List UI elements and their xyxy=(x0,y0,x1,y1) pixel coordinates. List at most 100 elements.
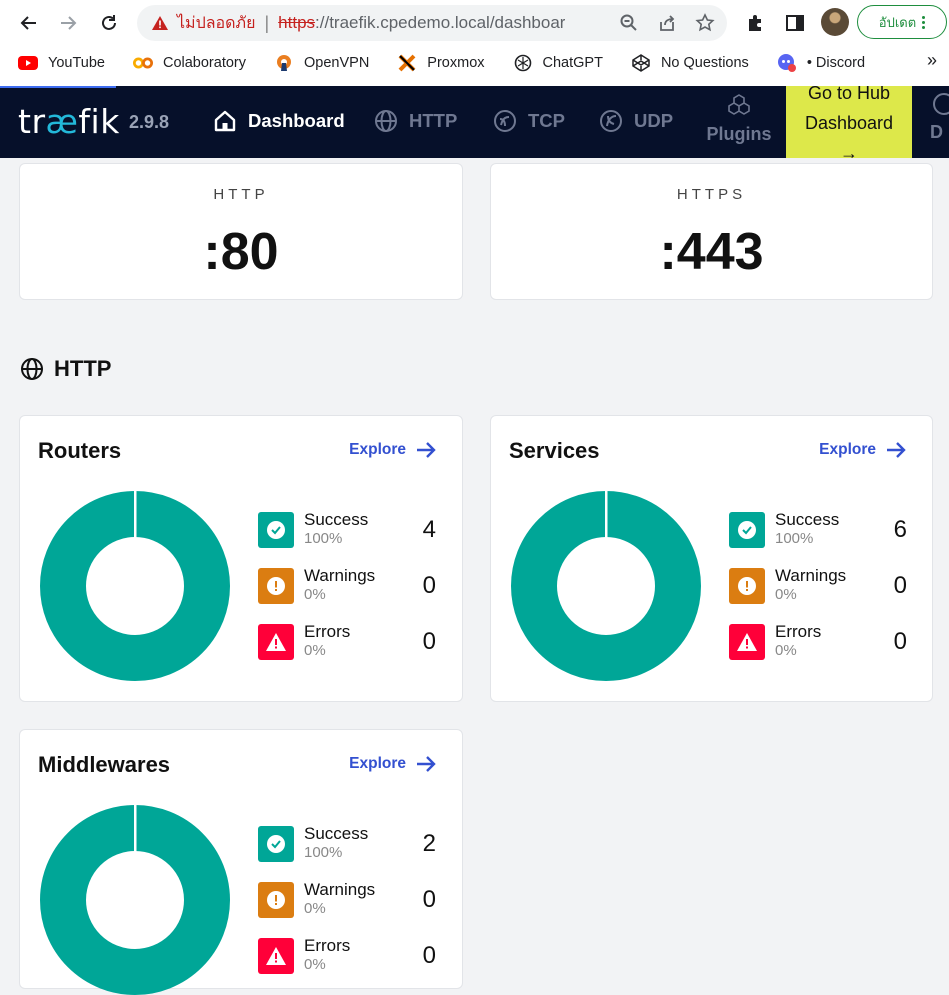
warning-icon[interactable] xyxy=(151,14,169,32)
nav-http[interactable]: HTTP xyxy=(373,108,457,134)
version-label: 2.9.8 xyxy=(129,112,170,132)
udp-icon xyxy=(598,108,624,134)
nav-dashboard[interactable]: Dashboard xyxy=(212,108,345,134)
services-card: Services Explore Success 100% 6 Warnings… xyxy=(490,415,933,702)
insecure-label[interactable]: ไม่ปลอดภัย xyxy=(177,11,255,36)
stat-success: Success 100% 6 xyxy=(729,510,909,566)
address-bar[interactable]: ไม่ปลอดภัย | https ://traefik.cpedemo.lo… xyxy=(137,5,727,41)
entrypoint-name: HTTPS xyxy=(676,186,747,203)
stat-errors: Errors 0% 0 xyxy=(258,622,438,678)
zoom-icon[interactable] xyxy=(617,11,641,35)
extensions-icon[interactable] xyxy=(742,10,768,36)
bookmark-chatgpt[interactable]: ChatGPT xyxy=(495,50,613,76)
bookmark-label: Proxmox xyxy=(427,55,485,71)
bookmark-discord[interactable]: • Discord xyxy=(759,50,875,76)
success-count: 2 xyxy=(422,830,436,857)
nav-udp[interactable]: UDP xyxy=(598,108,673,134)
tcp-icon xyxy=(492,108,518,134)
bookmark-label: YouTube xyxy=(48,55,105,71)
back-button[interactable] xyxy=(14,8,44,38)
bookmark-label: OpenVPN xyxy=(304,55,370,71)
bookmark-openvpn[interactable]: OpenVPN xyxy=(256,50,379,76)
routers-card: Routers Explore Success 100% 4 Warnings … xyxy=(19,415,463,702)
success-check-icon xyxy=(258,512,294,548)
back-arrow-icon xyxy=(20,16,36,30)
url-text: ://traefik.cpedemo.local/dashboard... xyxy=(315,13,566,32)
bookmark-star-icon[interactable] xyxy=(693,11,717,35)
entrypoint-port: :443 xyxy=(659,223,764,281)
middlewares-card: Middlewares Explore Success 100% 2 Warni… xyxy=(19,729,463,995)
error-triangle-icon xyxy=(729,624,765,660)
entrypoint-card-https: HTTPS :443 xyxy=(490,163,933,300)
openvpn-icon xyxy=(274,54,294,72)
warnings-count: 0 xyxy=(422,886,436,913)
error-triangle-icon xyxy=(258,938,294,974)
clipped-nav-icon xyxy=(930,92,949,116)
bookmark-youtube[interactable]: YouTube xyxy=(0,50,115,76)
traefik-header: træfik 2.9.8 Dashboard HTTP TCP UDP Plug… xyxy=(0,86,949,158)
card-title: Services xyxy=(509,438,600,463)
youtube-icon xyxy=(18,54,38,72)
arrow-right-icon xyxy=(887,442,906,458)
home-icon xyxy=(212,108,238,134)
bookmark-proxmox[interactable]: Proxmox xyxy=(379,50,494,76)
warnings-count: 0 xyxy=(893,572,907,599)
middlewares-explore-link[interactable]: Explore xyxy=(349,755,436,773)
loading-bar xyxy=(0,86,116,88)
bookmark-label: ChatGPT xyxy=(542,55,603,71)
bookmark-label: • Discord xyxy=(806,55,866,71)
stat-errors: Errors 0% 0 xyxy=(258,936,438,992)
profile-avatar[interactable] xyxy=(821,8,849,36)
arrow-right-icon xyxy=(417,442,436,458)
reload-button[interactable] xyxy=(94,8,124,38)
nav-tcp[interactable]: TCP xyxy=(492,108,565,134)
update-label: อัปเดต xyxy=(878,14,917,30)
share-icon[interactable] xyxy=(655,11,679,35)
menu-dots-icon xyxy=(922,15,926,29)
errors-count: 0 xyxy=(422,942,436,969)
section-title-http: HTTP xyxy=(20,356,111,382)
warning-exclamation-icon xyxy=(729,568,765,604)
browser-chrome: ไม่ปลอดภัย | https ://traefik.cpedemo.lo… xyxy=(0,0,949,87)
bookmark-no-questions[interactable]: No Questions xyxy=(613,50,759,76)
card-title: Middlewares xyxy=(38,752,171,777)
card-title: Routers xyxy=(38,438,122,463)
side-panel-icon[interactable] xyxy=(782,10,808,36)
bookmarks-overflow-button[interactable]: » xyxy=(927,50,937,71)
reload-icon xyxy=(102,15,116,30)
entrypoint-name: HTTP xyxy=(213,186,269,203)
bookmark-label: No Questions xyxy=(660,55,749,71)
proxmox-icon xyxy=(397,54,417,72)
globe-icon xyxy=(21,358,43,380)
success-check-icon xyxy=(729,512,765,548)
update-button[interactable]: อัปเดต xyxy=(857,5,947,39)
hub-dashboard-button[interactable]: Go to Hub Dashboard → xyxy=(786,86,912,158)
entrypoint-port: :80 xyxy=(203,223,279,281)
stat-warnings: Warnings 0% 0 xyxy=(729,566,909,622)
stat-warnings: Warnings 0% 0 xyxy=(258,566,438,622)
globe-icon xyxy=(373,108,399,134)
omnibox-separator: | xyxy=(264,12,270,33)
nav-item-clipped[interactable]: D xyxy=(930,92,949,143)
codepen-icon xyxy=(631,54,651,72)
services-donut-chart xyxy=(511,491,701,681)
routers-donut-chart xyxy=(40,491,230,681)
stat-success: Success 100% 2 xyxy=(258,824,438,880)
traefik-logo[interactable]: træfik xyxy=(18,102,120,141)
routers-stats: Success 100% 4 Warnings 0% 0 Errors 0% 0 xyxy=(258,510,438,678)
warnings-count: 0 xyxy=(422,572,436,599)
nav-plugins[interactable]: Plugins xyxy=(704,94,774,145)
stat-warnings: Warnings 0% 0 xyxy=(258,880,438,936)
services-explore-link[interactable]: Explore xyxy=(819,441,906,459)
arrow-right-icon: → xyxy=(840,143,858,158)
forward-button[interactable] xyxy=(53,8,83,38)
services-stats: Success 100% 6 Warnings 0% 0 Errors 0% 0 xyxy=(729,510,909,678)
bookmark-colaboratory[interactable]: Colaboratory xyxy=(115,50,256,76)
stat-success: Success 100% 4 xyxy=(258,510,438,566)
bookmark-label: Colaboratory xyxy=(162,55,246,71)
errors-count: 0 xyxy=(422,628,436,655)
routers-explore-link[interactable]: Explore xyxy=(349,441,436,459)
success-check-icon xyxy=(258,826,294,862)
success-count: 4 xyxy=(422,516,436,543)
warning-exclamation-icon xyxy=(258,882,294,918)
